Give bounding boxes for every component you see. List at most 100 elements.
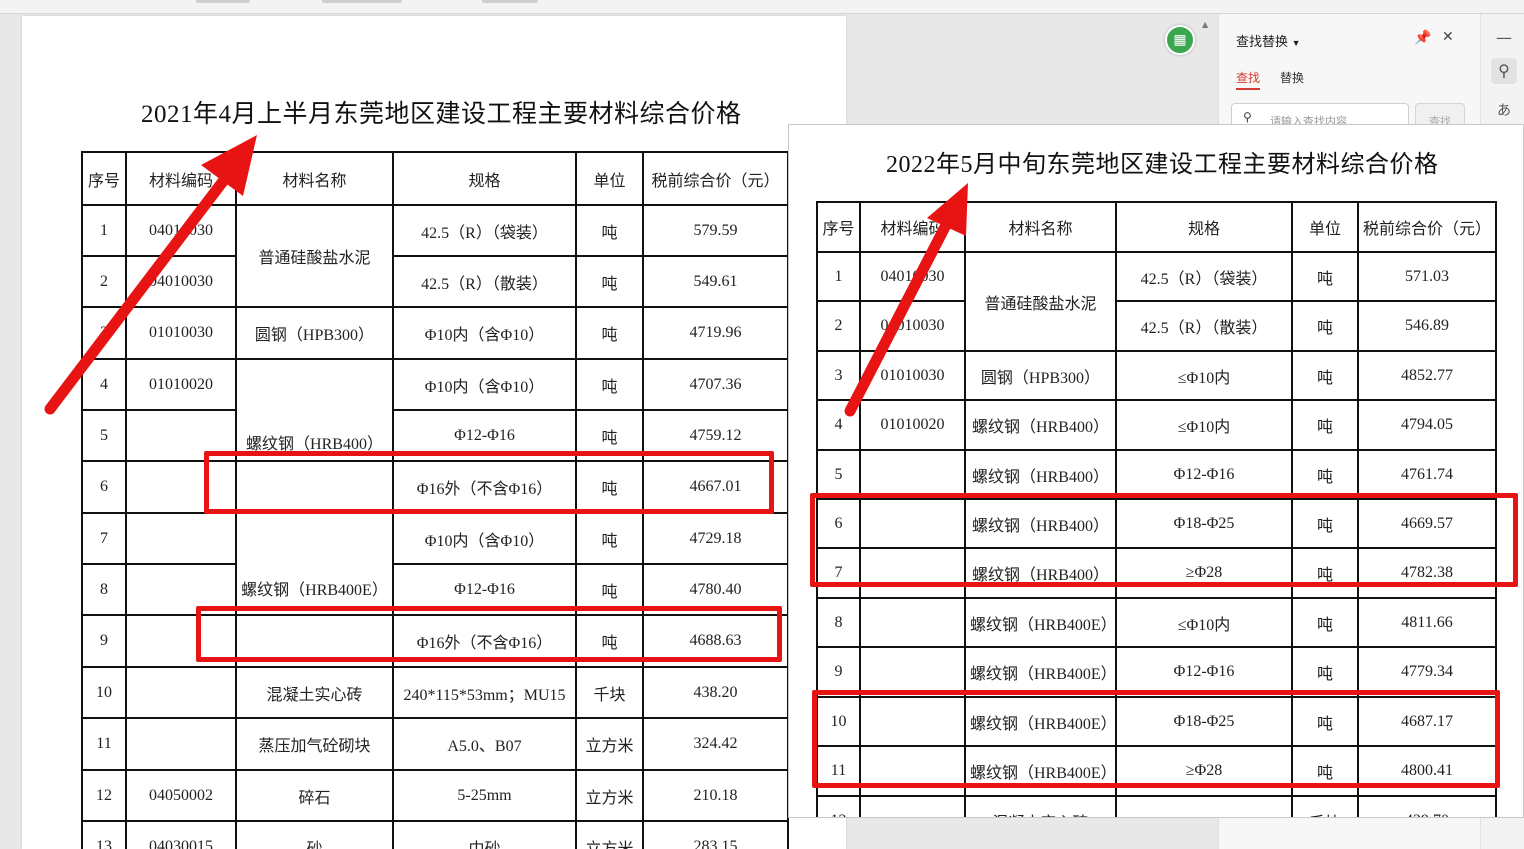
header-unit: 单位 (1291, 201, 1359, 253)
cell-name: 螺纹钢（HRB400） (235, 358, 394, 462)
cell-code: 04010030 (859, 300, 966, 352)
cell-price: 4729.18 (642, 512, 789, 565)
table-row: 1 04010030 普通硅酸盐水泥 42.5（R）（袋装） 吨 579.59 (81, 204, 789, 308)
header-name: 材料名称 (964, 201, 1117, 253)
cell-code: 04010030 (125, 255, 237, 308)
doc2-title: 2022年5月中旬东莞地区建设工程主要材料综合价格 (886, 152, 1439, 178)
cell-code: 01010020 (125, 358, 237, 411)
cell-price: 549.61 (642, 255, 789, 308)
table-row: 5 螺纹钢（HRB400） Φ12-Φ16 吨 4761.74 (816, 449, 1497, 500)
cell-spec: 240*115*53mm；MU15 (1115, 795, 1293, 817)
toolbar-tab[interactable] (196, 0, 250, 3)
cell-name: 普通硅酸盐水泥 (235, 204, 394, 308)
header-no: 序号 (81, 151, 127, 206)
pin-icon[interactable]: 📌 (1414, 30, 1431, 46)
table-row: 12 混凝土实心砖 240*115*53mm；MU15 千块 429.70 (816, 795, 1497, 817)
search-icon[interactable]: ⚲ (1491, 58, 1517, 84)
cell-name: 普通硅酸盐水泥 (964, 251, 1117, 352)
cell-code (125, 512, 237, 565)
cell-unit: 立方米 (575, 717, 644, 771)
cell-price: 438.20 (642, 666, 789, 719)
panel-title: 查找替换 ▼ (1236, 31, 1301, 50)
table-row: 11 蒸压加气砼砌块 A5.0、B07 立方米 324.42 (81, 717, 789, 771)
cell-name: 圆钢（HPB300） (964, 350, 1117, 401)
cell-spec: 中砂 (392, 820, 577, 849)
cell-code: 04030015 (125, 820, 237, 849)
cell-spec: 42.5（R）（散装） (1115, 300, 1293, 352)
header-code: 材料编码 (125, 151, 237, 206)
table-row: 8 螺纹钢（HRB400E） ≤Φ10内 吨 4811.66 (816, 597, 1497, 648)
table-header-row: 序号 材料编码 材料名称 规格 单位 税前综合价（元） (81, 151, 789, 206)
cell-price: 4719.96 (642, 306, 789, 360)
cell-name: 螺纹钢（HRB400） (964, 449, 1117, 500)
cell-price: 546.89 (1357, 300, 1497, 352)
cell-spec: ≤Φ10内 (1115, 597, 1293, 648)
cell-price: 324.42 (642, 717, 789, 771)
table-row: 2 04010030 42.5（R）（散装） 吨 546.89 (816, 300, 1497, 352)
cell-no: 6 (81, 460, 127, 514)
panel-title-text: 查找替换 (1236, 34, 1289, 49)
cell-code (859, 597, 966, 648)
cell-spec: Φ12-Φ16 (1115, 449, 1293, 500)
green-app-icon[interactable]: ▦ (1165, 25, 1195, 55)
cell-code: 04050002 (125, 769, 237, 822)
cell-no: 11 (81, 717, 127, 771)
chevron-down-icon[interactable]: ▼ (1292, 38, 1301, 48)
cell-name: 混凝土实心砖 (964, 795, 1117, 817)
cell-spec: ≤Φ10内 (1115, 399, 1293, 451)
header-price: 税前综合价（元） (1357, 201, 1497, 253)
cell-no: 12 (81, 769, 127, 822)
toolbar-tab[interactable] (322, 0, 402, 3)
cell-price: 4811.66 (1357, 597, 1497, 648)
table-row: 3 01010030 圆钢（HPB300） Φ10内（含Φ10） 吨 4719.… (81, 306, 789, 360)
cell-no: 5 (816, 449, 861, 500)
highlight-box-doc1-row9 (196, 606, 782, 662)
cell-price: 4852.77 (1357, 350, 1497, 401)
cell-unit: 吨 (575, 255, 644, 308)
cell-unit: 吨 (575, 358, 644, 411)
cell-code (125, 666, 237, 719)
translate-icon[interactable]: あ (1491, 100, 1517, 120)
cell-unit: 立方米 (575, 820, 644, 849)
table-row: 2 04010030 42.5（R）（散装） 吨 549.61 (81, 255, 789, 308)
table-row: 12 04050002 碎石 5-25mm 立方米 210.18 (81, 769, 789, 822)
cell-price: 429.70 (1357, 795, 1497, 817)
cell-code: 01010030 (859, 350, 966, 401)
table-row: 1 04010030 普通硅酸盐水泥 42.5（R）（袋装） 吨 571.03 (816, 251, 1497, 352)
cell-no: 4 (816, 399, 861, 451)
cell-unit: 吨 (1291, 399, 1359, 451)
highlight-box-doc2-rows10-11 (812, 690, 1500, 788)
scroll-up-icon[interactable]: ▲ (1202, 20, 1208, 29)
cell-no: 5 (81, 409, 127, 462)
cell-unit: 吨 (575, 512, 644, 565)
table-row: 3 01010030 圆钢（HPB300） ≤Φ10内 吨 4852.77 (816, 350, 1497, 401)
cell-price: 210.18 (642, 769, 789, 822)
tab-find[interactable]: 查找 (1236, 69, 1260, 86)
cell-name: 螺纹钢（HRB400E） (235, 512, 394, 616)
cell-no: 3 (81, 306, 127, 360)
tab-replace[interactable]: 替换 (1280, 69, 1304, 86)
cell-spec: 42.5（R）（袋装） (392, 204, 577, 257)
cell-price: 4707.36 (642, 358, 789, 411)
cell-spec: Φ10内（含Φ10） (392, 358, 577, 411)
cell-unit: 立方米 (575, 769, 644, 822)
table-row: 13 04030015 砂 中砂 立方米 283.15 (81, 820, 789, 849)
header-no: 序号 (816, 201, 861, 253)
cell-unit: 吨 (1291, 597, 1359, 648)
table-row: 4 01010020 螺纹钢（HRB400） Φ10内（含Φ10） 吨 4707… (81, 358, 789, 462)
cell-name: 混凝土实心砖 (235, 666, 394, 719)
cell-code (859, 449, 966, 500)
minimize-icon[interactable]: — (1491, 28, 1517, 47)
table-header-row: 序号 材料编码 材料名称 规格 单位 税前综合价（元） (816, 201, 1497, 253)
cell-code (859, 795, 966, 817)
header-unit: 单位 (575, 151, 644, 206)
cell-no: 4 (81, 358, 127, 411)
cell-unit: 吨 (1291, 449, 1359, 500)
active-tab-underline (1236, 88, 1260, 90)
cell-unit: 吨 (1291, 251, 1359, 302)
toolbar-tab[interactable] (482, 0, 538, 3)
doc1-title: 2021年4月上半月东莞地区建设工程主要材料综合价格 (141, 101, 742, 128)
cell-code: 04010030 (859, 251, 966, 302)
cell-unit: 吨 (575, 306, 644, 360)
close-icon[interactable]: ✕ (1442, 29, 1454, 45)
